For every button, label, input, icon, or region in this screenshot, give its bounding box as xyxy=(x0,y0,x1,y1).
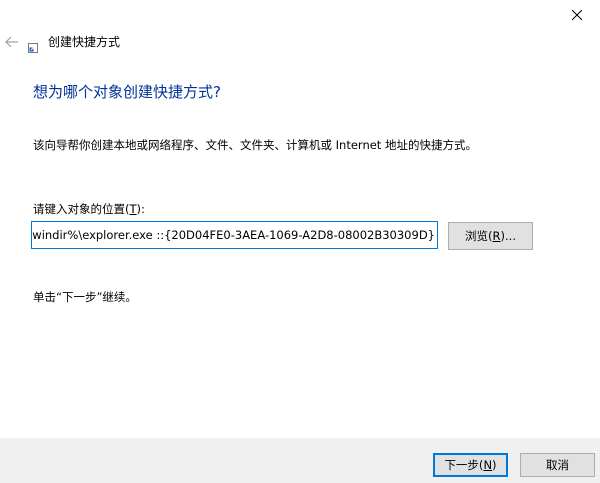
continue-hint: 单击“下一步”继续。 xyxy=(33,290,137,304)
cancel-button[interactable]: 取消 xyxy=(520,453,595,477)
browse-label-prefix: 浏览( xyxy=(465,229,493,243)
location-label-suffix: ): xyxy=(136,202,145,216)
close-icon xyxy=(572,10,582,20)
page-heading: 想为哪个对象创建快捷方式? xyxy=(33,83,221,101)
location-label-accesskey: T xyxy=(129,202,137,216)
wizard-title: 创建快捷方式 xyxy=(48,35,121,49)
shortcut-icon xyxy=(28,38,38,53)
next-label-accesskey: N xyxy=(483,458,493,472)
back-button[interactable] xyxy=(2,32,22,52)
browse-label-accesskey: R xyxy=(492,229,501,243)
browse-label-suffix: )... xyxy=(500,229,516,243)
next-button[interactable]: 下一步(N) xyxy=(433,453,508,477)
create-shortcut-window: 创建快捷方式 想为哪个对象创建快捷方式? 该向导帮你创建本地或网络程序、文件、文… xyxy=(0,0,600,483)
close-button[interactable] xyxy=(554,0,600,30)
next-label-prefix: 下一步( xyxy=(444,458,484,472)
location-input-value: %windir%\explorer.exe ::{20D04FE0-3AEA-1… xyxy=(31,228,435,242)
next-label-suffix: ) xyxy=(492,458,497,472)
location-input[interactable]: %windir%\explorer.exe ::{20D04FE0-3AEA-1… xyxy=(31,221,438,249)
location-label-prefix: 请键入对象的位置( xyxy=(33,202,130,216)
location-label: 请键入对象的位置(T): xyxy=(33,201,145,217)
browse-button[interactable]: 浏览(R)... xyxy=(448,222,533,250)
footer-bar xyxy=(0,438,600,483)
wizard-description: 该向导帮你创建本地或网络程序、文件、文件夹、计算机或 Internet 地址的快… xyxy=(33,138,477,152)
back-arrow-icon xyxy=(5,33,19,52)
